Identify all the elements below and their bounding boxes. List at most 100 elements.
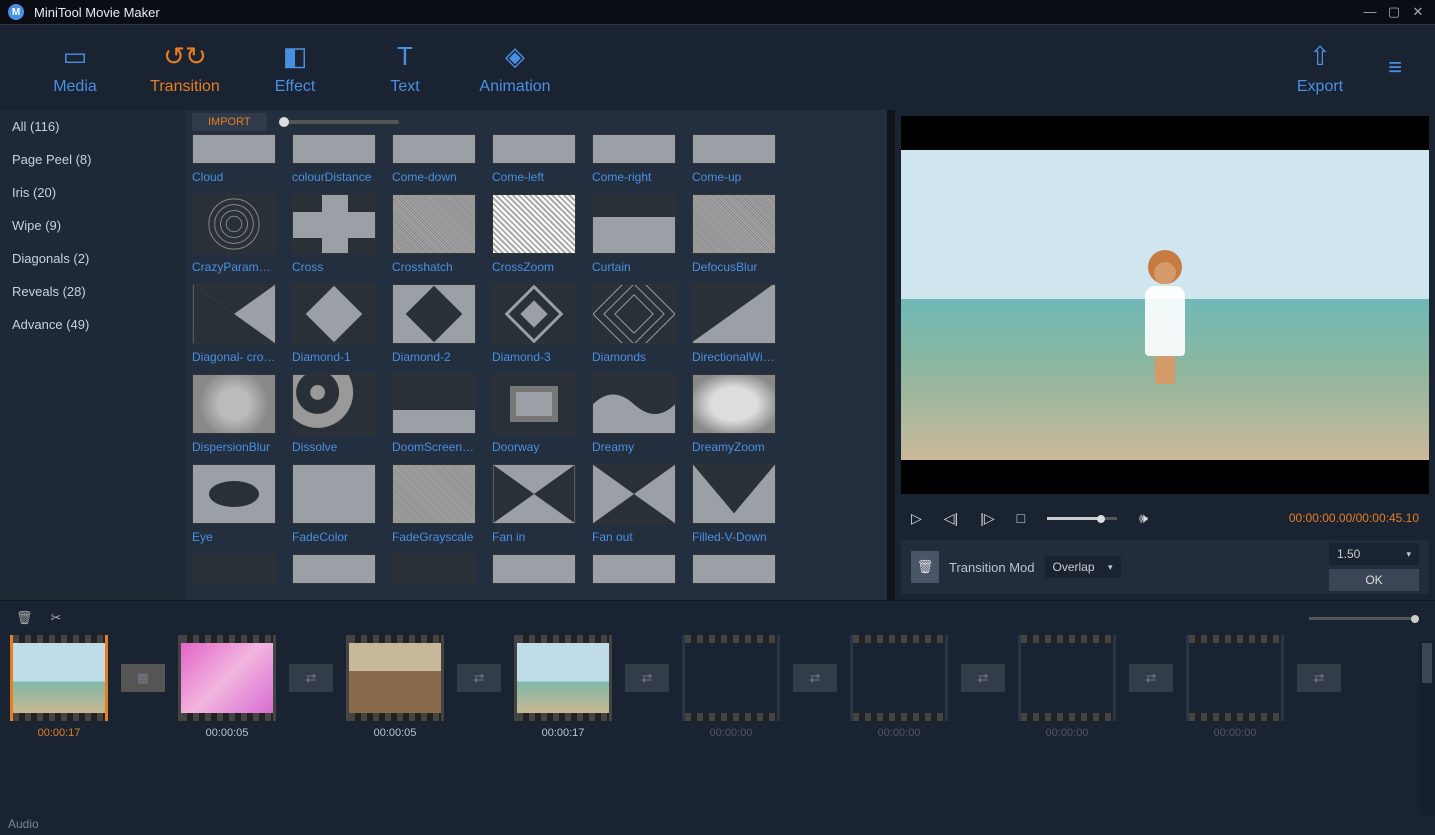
speaker-icon[interactable]: 🕪 [1139,510,1148,527]
delete-transition-button[interactable]: 🗑 [911,551,939,583]
transition-item[interactable]: CrazyParametr… [192,260,276,274]
thumbnail-zoom-slider[interactable] [279,120,399,124]
transition-item[interactable]: Curtain [592,260,676,274]
transition-icon: ↺↻ [130,40,240,74]
transition-item[interactable]: DispersionBlur [192,440,276,454]
clip-duration: 00:00:17 [10,727,108,739]
ok-button[interactable]: OK [1329,569,1419,591]
folder-icon: ▭ [20,40,130,74]
diamond-icon: ◈ [460,40,570,74]
transition-item[interactable]: Eye [192,530,276,544]
transition-item[interactable]: Diamond-1 [292,350,376,364]
transition-item[interactable]: Filled-V-Down [692,530,776,544]
property-label: Transition Mod [949,560,1035,575]
transition-item[interactable]: Dissolve [292,440,376,454]
clip-duration: 00:00:05 [178,727,276,739]
effect-icon: ◧ [240,40,350,74]
transition-item[interactable]: Come-right [592,170,676,184]
transition-item[interactable]: FadeGrayscale [392,530,476,544]
transition-item[interactable]: Diamond-3 [492,350,576,364]
timeline-clip[interactable]: 00:00:00 [1186,635,1284,765]
timeline-clip[interactable]: 00:00:00 [1018,635,1116,765]
category-item[interactable]: Advance (49) [0,308,186,341]
transition-item[interactable]: Come-down [392,170,476,184]
clip-duration: 00:00:00 [682,727,780,739]
transition-item[interactable]: Crosshatch [392,260,476,274]
transition-item[interactable]: Come-up [692,170,776,184]
transition-item[interactable]: Fan in [492,530,576,544]
transition-mode-select[interactable]: Overlap [1045,556,1121,578]
next-frame-button[interactable]: |▷ [980,510,994,527]
transition-slot[interactable]: ▦ [114,635,172,721]
category-item[interactable]: Page Peel (8) [0,143,186,176]
timeline-panel: 🗑 ✂ 00:00:17▦00:00:05⇄00:00:05⇄00:00:17⇄… [0,600,1435,835]
transition-slot[interactable]: ⇄ [450,635,508,721]
category-item[interactable]: Iris (20) [0,176,186,209]
transition-item[interactable]: Diamond-2 [392,350,476,364]
transition-item[interactable]: Come-left [492,170,576,184]
volume-slider[interactable] [1047,517,1117,520]
timeline-delete-button[interactable]: 🗑 [16,610,33,626]
transition-duration-select[interactable]: 1.50 [1329,543,1419,565]
transition-slot[interactable]: ⇄ [1122,635,1180,721]
transition-item[interactable]: DefocusBlur [692,260,776,274]
menu-button[interactable]: ≡ [1375,54,1415,82]
export-icon: ⇧ [1265,40,1375,74]
transition-item[interactable]: Doorway [492,440,576,454]
clip-duration: 00:00:00 [850,727,948,739]
text-icon: T [350,40,460,74]
timeline-clip[interactable]: 00:00:05 [178,635,276,765]
tab-media[interactable]: ▭ Media [20,40,130,96]
category-item[interactable]: Wipe (9) [0,209,186,242]
export-button[interactable]: ⇧ Export [1265,40,1375,96]
transition-item[interactable]: Diagonal- cros… [192,350,276,364]
timeline-zoom-slider[interactable] [1309,617,1419,620]
transition-slot[interactable]: ⇄ [954,635,1012,721]
timeline-clip[interactable]: 00:00:00 [850,635,948,765]
prev-frame-button[interactable]: ◁| [944,510,958,527]
timeline-clip[interactable]: 00:00:00 [682,635,780,765]
timeline-clip[interactable]: 00:00:17 [10,635,108,765]
transition-item[interactable]: DoomScreenT… [392,440,476,454]
transition-item[interactable]: CrossZoom [492,260,576,274]
transition-item[interactable]: FadeColor [292,530,376,544]
transition-slot[interactable]: ⇄ [1290,635,1348,721]
timeline-cut-button[interactable]: ✂ [51,610,62,626]
tab-transition[interactable]: ↺↻ Transition [130,40,240,96]
transition-item[interactable]: DreamyZoom [692,440,776,454]
transition-slot[interactable]: ⇄ [618,635,676,721]
transition-slot[interactable]: ⇄ [282,635,340,721]
clip-duration: 00:00:00 [1018,727,1116,739]
minimize-button[interactable]: — [1361,4,1379,20]
transition-properties: 🗑 Transition Mod Overlap 1.50 OK [901,540,1429,594]
timeline-clip[interactable]: 00:00:17 [514,635,612,765]
play-button[interactable]: ▷ [911,510,922,527]
transition-item[interactable]: Fan out [592,530,676,544]
tab-effect[interactable]: ◧ Effect [240,40,350,96]
maximize-button[interactable]: ▢ [1385,4,1403,20]
transition-item[interactable]: Diamonds [592,350,676,364]
app-title: MiniTool Movie Maker [34,5,160,20]
video-track[interactable]: 00:00:17▦00:00:05⇄00:00:05⇄00:00:17⇄00:0… [0,635,1435,765]
transition-item[interactable]: DirectionalWipe [692,350,776,364]
transition-item[interactable]: Dreamy [592,440,676,454]
transition-slot[interactable]: ⇄ [786,635,844,721]
stop-button[interactable]: □ [1017,510,1025,526]
timecode: 00:00:00.00/00:00:45.10 [1289,511,1419,525]
close-button[interactable]: ✕ [1409,4,1427,20]
timeline-clip[interactable]: 00:00:05 [346,635,444,765]
category-item[interactable]: Reveals (28) [0,275,186,308]
title-bar: M MiniTool Movie Maker — ▢ ✕ [0,0,1435,24]
transition-item[interactable]: Cloud [192,170,276,184]
category-item[interactable]: Diagonals (2) [0,242,186,275]
preview-viewport[interactable] [901,116,1429,494]
import-button[interactable]: IMPORT [192,113,267,131]
transition-grid[interactable]: Cloud colourDistance Come-down Come-left… [186,134,887,600]
tab-text[interactable]: T Text [350,40,460,96]
transition-item[interactable]: colourDistance [292,170,376,184]
audio-track-label: Audio [8,817,39,831]
timeline-scrollbar[interactable] [1419,641,1435,815]
tab-animation[interactable]: ◈ Animation [460,40,570,96]
category-item[interactable]: All (116) [0,110,186,143]
transition-item[interactable]: Cross [292,260,376,274]
